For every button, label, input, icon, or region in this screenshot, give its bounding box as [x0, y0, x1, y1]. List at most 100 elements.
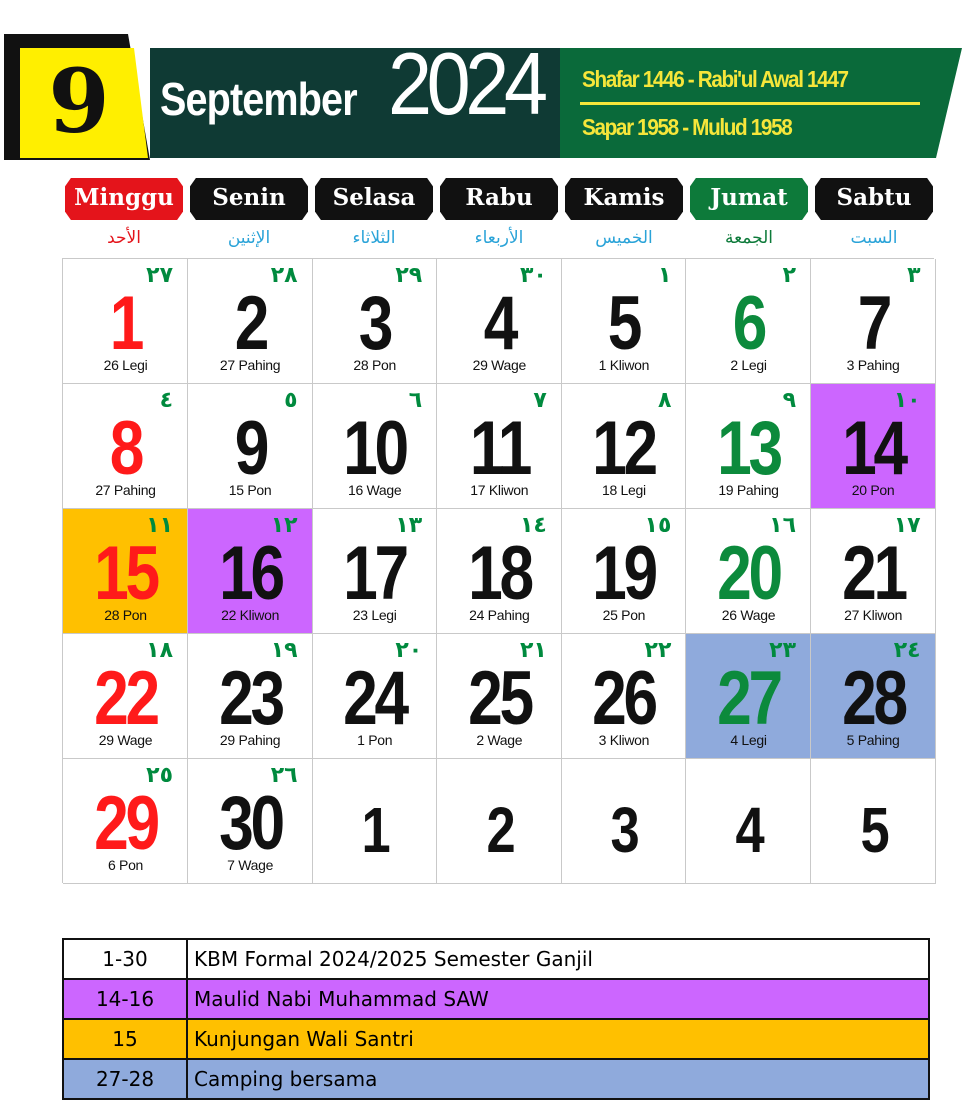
pasaran-label: 29 Wage — [98, 732, 153, 748]
day-number: 3 — [610, 794, 640, 866]
day-cell[interactable]: ٤ 8 27 Pahing — [63, 384, 188, 509]
day-number: 17 — [343, 531, 409, 616]
pasaran-label: 20 Pon — [851, 482, 895, 498]
legend-date-range: 14-16 — [62, 978, 188, 1020]
day-number: 27 — [717, 656, 783, 741]
day-cell[interactable]: ١٧ 21 27 Kliwon — [810, 509, 936, 634]
javanese-months: Sapar 1958 - Mulud 1958 — [582, 114, 793, 140]
day-cell[interactable]: ٢٠ 24 1 Pon — [312, 634, 438, 759]
day-cell[interactable]: ٢١ 25 2 Wage — [436, 634, 562, 759]
header-divider — [580, 102, 920, 105]
day-cell[interactable]: ١٤ 18 24 Pahing — [436, 509, 562, 634]
pasaran-label: 22 Kliwon — [221, 607, 280, 623]
day-cell[interactable]: ١٦ 20 26 Wage — [686, 509, 811, 634]
weekday-arabic-sabtu: السبت — [850, 228, 898, 248]
pasaran-label: 1 Pon — [357, 732, 393, 748]
day-cell[interactable]: 2 — [436, 759, 562, 884]
day-cell[interactable]: ٢٢ 26 3 Kliwon — [561, 634, 687, 759]
day-cell[interactable]: ٦ 10 16 Wage — [312, 384, 438, 509]
weekday-arabic-kamis: الخميس — [595, 228, 653, 248]
day-cell[interactable]: ٢٥ 29 6 Pon — [63, 759, 188, 884]
weekday-arabic-rabu: الأربعاء — [474, 228, 524, 248]
pasaran-label: 19 Pahing — [718, 482, 779, 498]
day-cell[interactable]: ١١ 15 28 Pon — [63, 509, 188, 634]
day-number: 25 — [467, 656, 534, 741]
day-cell[interactable]: ٢٩ 3 28 Pon — [312, 259, 438, 384]
day-number: 18 — [467, 531, 534, 616]
weekday-selasa: Selasa — [315, 178, 433, 220]
day-cell[interactable]: ١٢ 16 22 Kliwon — [187, 509, 313, 634]
day-number: 19 — [592, 531, 659, 616]
day-cell[interactable]: 3 — [561, 759, 687, 884]
day-cell[interactable]: ١٥ 19 25 Pon — [561, 509, 687, 634]
day-number: 8 — [109, 406, 145, 491]
pasaran-label: 4 Legi — [730, 732, 767, 748]
day-cell[interactable]: ٣73 Pahing — [810, 259, 936, 384]
day-number: 13 — [717, 406, 783, 491]
day-number: 28 — [841, 656, 908, 741]
pasaran-label: 29 Pahing — [219, 732, 281, 748]
pasaran-label: 15 Pon — [228, 482, 272, 498]
month-number: 9 — [48, 49, 110, 153]
day-number: 2 — [234, 281, 269, 366]
day-cell[interactable]: ٩ 13 19 Pahing — [686, 384, 811, 509]
day-cell[interactable]: ٢٨ 2 27 Pahing — [187, 259, 313, 384]
day-number: 9 — [234, 406, 269, 491]
day-cell[interactable]: 5 — [810, 759, 936, 884]
day-cell[interactable]: ١٩ 23 29 Pahing — [187, 634, 313, 759]
pasaran-label: 1 Kliwon — [598, 357, 650, 373]
day-cell[interactable]: 4 — [686, 759, 811, 884]
weekday-rabu: Rabu — [440, 178, 558, 220]
hijri-months: Shafar 1446 - Rabi'ul Awal 1447 — [582, 66, 849, 92]
pasaran-label: 24 Pahing — [469, 607, 530, 623]
day-cell[interactable]: ٢٤ 28 5 Pahing — [810, 634, 936, 759]
day-number: 2 — [486, 794, 515, 866]
day-number: 20 — [717, 531, 783, 616]
day-number: 3 — [358, 281, 394, 366]
pasaran-label: 6 Pon — [107, 857, 144, 873]
day-number: 24 — [343, 656, 409, 741]
day-number: 12 — [592, 406, 659, 491]
day-number: 29 — [94, 781, 160, 866]
legend-event: KBM Formal 2024/2025 Semester Ganjil — [186, 938, 930, 980]
pasaran-label: 25 Pon — [602, 607, 646, 623]
day-cell[interactable]: ٥ 9 15 Pon — [187, 384, 313, 509]
legend-date-range: 15 — [62, 1018, 188, 1060]
pasaran-label: 28 Pon — [104, 607, 147, 623]
day-number: 4 — [735, 794, 765, 866]
day-cell[interactable]: ٢٣ 27 4 Legi — [686, 634, 811, 759]
pasaran-label: 27 Pahing — [95, 482, 156, 498]
calendar-header: 9 September 2024 Shafar 1446 - Rabi'ul A… — [0, 0, 964, 165]
day-cell[interactable]: ٢٦ 30 7 Wage — [187, 759, 313, 884]
day-number: 1 — [109, 281, 145, 366]
pasaran-label: 26 Legi — [103, 357, 148, 373]
day-number: 26 — [592, 656, 659, 741]
weekday-sabtu: Sabtu — [815, 178, 933, 220]
legend-event: Maulid Nabi Muhammad SAW — [186, 978, 930, 1020]
legend-row: 15 Kunjungan Wali Santri — [62, 1018, 930, 1060]
day-cell[interactable]: ١51 Kliwon — [561, 259, 687, 384]
day-cell[interactable]: 1 — [312, 759, 438, 884]
day-cell[interactable]: ١٣ 17 23 Legi — [312, 509, 438, 634]
day-number: 5 — [860, 794, 889, 866]
legend-row: 27-28 Camping bersama — [62, 1058, 930, 1100]
pasaran-label: 27 Kliwon — [844, 607, 903, 623]
pasaran-label: 2 Wage — [476, 732, 523, 748]
day-cell[interactable]: ٨ 12 18 Legi — [561, 384, 687, 509]
day-cell[interactable]: ١٨ 22 29 Wage — [63, 634, 188, 759]
day-cell[interactable]: ٣٠ 4 29 Wage — [436, 259, 562, 384]
pasaran-label: 18 Legi — [601, 482, 646, 498]
day-number: 5 — [608, 281, 643, 366]
day-number: 16 — [218, 531, 285, 616]
weekday-kamis: Kamis — [565, 178, 683, 220]
day-number: 4 — [483, 281, 519, 366]
year: 2024 — [388, 34, 548, 133]
day-cell[interactable]: ١٠ 14 20 Pon — [810, 384, 936, 509]
day-cell[interactable]: ٢٧ 1 26 Legi — [63, 259, 188, 384]
day-number: 7 — [857, 281, 892, 366]
day-number: 22 — [94, 656, 160, 741]
day-cell[interactable]: ٢62 Legi — [686, 259, 811, 384]
day-cell[interactable]: ٧ 11 17 Kliwon — [436, 384, 562, 509]
day-number: 10 — [343, 406, 409, 491]
pasaran-label: 29 Wage — [472, 357, 527, 373]
